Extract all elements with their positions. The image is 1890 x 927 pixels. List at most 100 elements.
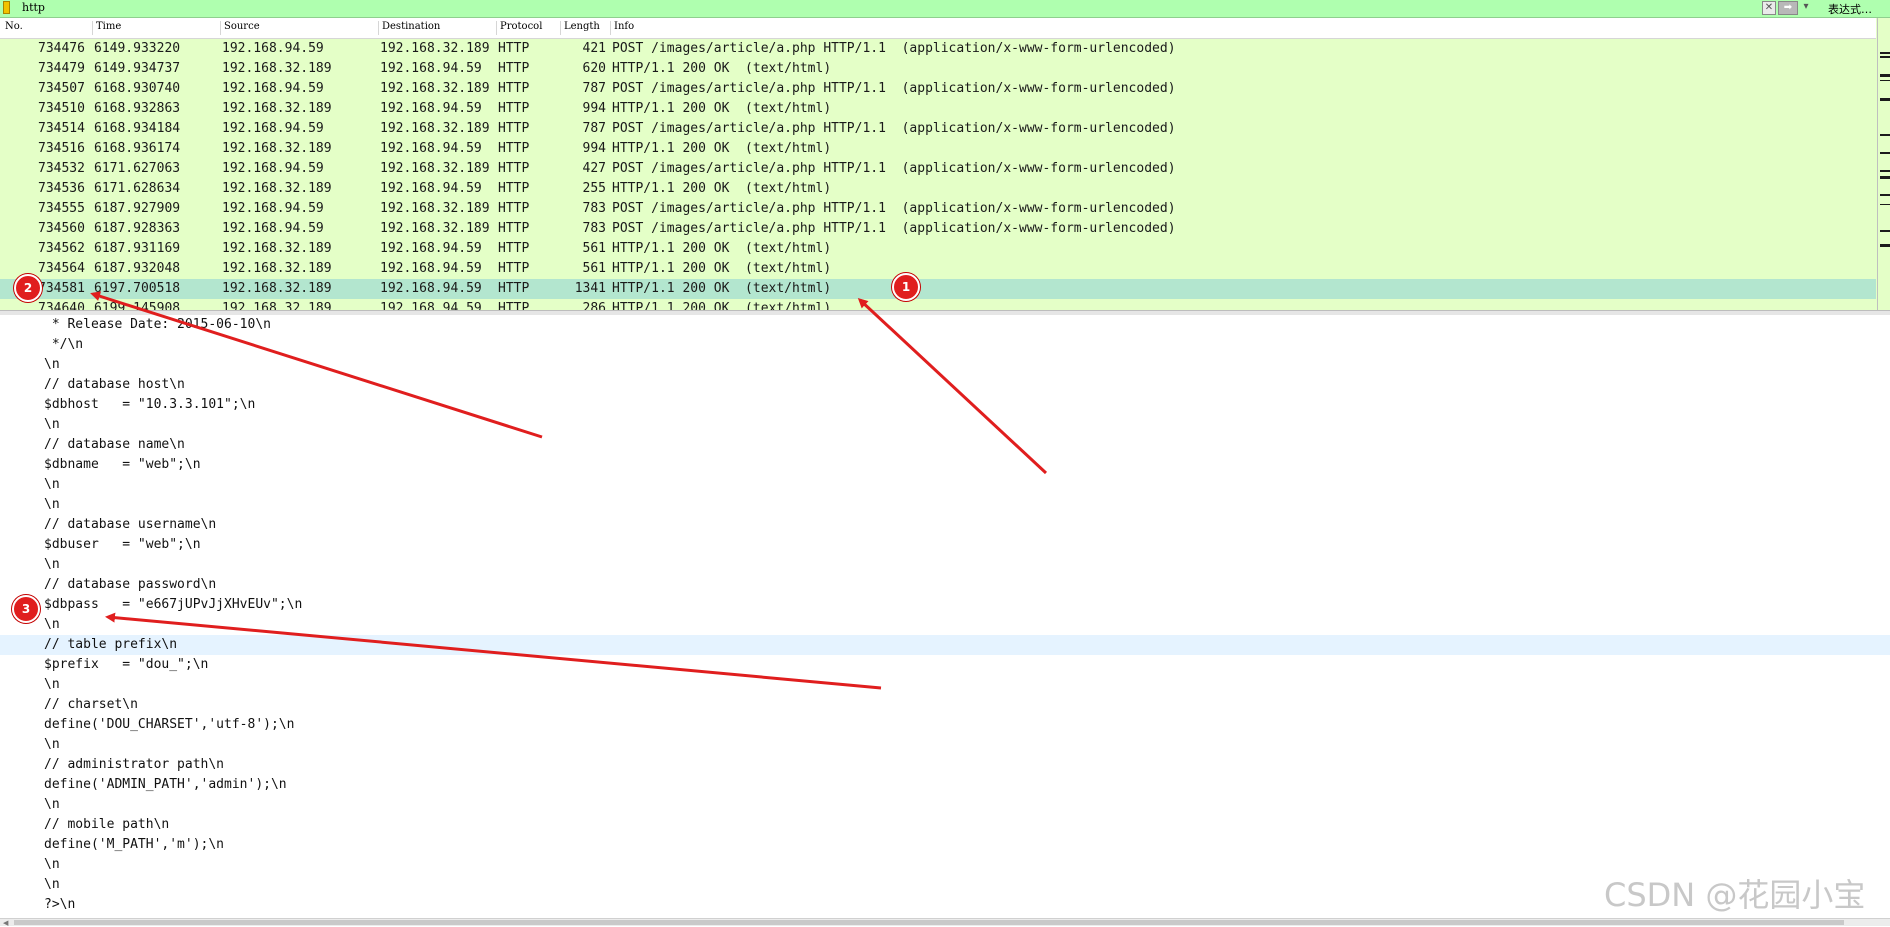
stream-line: define('ADMIN_PATH','admin');\n bbox=[44, 777, 287, 792]
packet-info: HTTP/1.1 200 OK (text/html) bbox=[612, 141, 832, 156]
packet-destination: 192.168.94.59 bbox=[380, 181, 482, 196]
packet-row[interactable]: 734536 6171.628634 192.168.32.189 192.168.9… bbox=[0, 179, 1876, 199]
packet-time: 6171.628634 bbox=[94, 181, 181, 196]
stream-line: $prefix = "dou_";\n bbox=[44, 657, 209, 672]
packet-no: 734514 bbox=[38, 121, 85, 136]
packet-time: 6168.932863 bbox=[94, 101, 181, 116]
packet-no: 734479 bbox=[38, 61, 85, 76]
packet-protocol: HTTP bbox=[498, 281, 530, 296]
packet-row[interactable]: 734476 6149.933220 192.168.94.59 192.168.32… bbox=[0, 39, 1876, 59]
packet-info: POST /images/article/a.php HTTP/1.1 (app… bbox=[612, 201, 1176, 216]
stream-line: define('DOU_CHARSET','utf-8');\n bbox=[44, 717, 295, 732]
apply-filter-icon[interactable]: ➡ bbox=[1778, 1, 1798, 15]
stream-line: // database host\n bbox=[44, 377, 185, 392]
clear-filter-icon[interactable]: ✕ bbox=[1762, 1, 1776, 15]
packet-time: 6168.934184 bbox=[94, 121, 181, 136]
packet-length: 787 bbox=[582, 81, 606, 96]
packet-no: 734562 bbox=[38, 241, 85, 256]
packet-row[interactable]: 734510 6168.932863 192.168.32.189 192.168.9… bbox=[0, 99, 1876, 119]
packet-length: 255 bbox=[582, 181, 606, 196]
packet-protocol: HTTP bbox=[498, 161, 530, 176]
horizontal-scrollbar-thumb[interactable] bbox=[14, 920, 1844, 925]
packet-source: 192.168.32.189 bbox=[222, 101, 332, 116]
packet-source: 192.168.32.189 bbox=[222, 241, 332, 256]
packet-row[interactable]: 734479 6149.934737 192.168.32.189 192.168.9… bbox=[0, 59, 1876, 79]
packet-length: 994 bbox=[582, 101, 606, 116]
packet-row[interactable]: 734560 6187.928363 192.168.94.59 192.168.32… bbox=[0, 219, 1876, 239]
packet-row[interactable]: 734564 6187.932048 192.168.32.189 192.168.9… bbox=[0, 259, 1876, 279]
packet-row[interactable]: 734514 6168.934184 192.168.94.59 192.168.32… bbox=[0, 119, 1876, 139]
packet-row[interactable]: 734516 6168.936174 192.168.32.189 192.168.9… bbox=[0, 139, 1876, 159]
packet-time: 6171.627063 bbox=[94, 161, 181, 176]
packet-protocol: HTTP bbox=[498, 301, 530, 310]
packet-protocol: HTTP bbox=[498, 121, 530, 136]
filter-history-dropdown-icon[interactable]: ▾ bbox=[1800, 1, 1812, 15]
scroll-left-icon[interactable]: ◀ bbox=[3, 919, 8, 927]
packet-info: HTTP/1.1 200 OK (text/html) bbox=[612, 101, 832, 116]
packet-length: 421 bbox=[582, 41, 606, 56]
packet-info: HTTP/1.1 200 OK (text/html) bbox=[612, 181, 832, 196]
column-header-protocol[interactable]: Protocol bbox=[496, 21, 560, 35]
packet-length: 1341 bbox=[574, 281, 606, 296]
display-filter-input[interactable]: http bbox=[22, 1, 45, 14]
stream-line: // database password\n bbox=[44, 577, 217, 592]
column-header-no[interactable]: No. bbox=[2, 21, 78, 35]
packet-no: 734510 bbox=[38, 101, 85, 116]
packet-row[interactable]: 734507 6168.930740 192.168.94.59 192.168.32… bbox=[0, 79, 1876, 99]
packet-protocol: HTTP bbox=[498, 221, 530, 236]
packet-info: HTTP/1.1 200 OK (text/html) bbox=[612, 261, 832, 276]
packet-protocol: HTTP bbox=[498, 201, 530, 216]
packet-no: 734532 bbox=[38, 161, 85, 176]
stream-line: // table prefix\n bbox=[0, 635, 1890, 655]
column-header-destination[interactable]: Destination bbox=[378, 21, 496, 35]
packet-source: 192.168.32.189 bbox=[222, 301, 332, 310]
packet-source: 192.168.32.189 bbox=[222, 281, 332, 296]
column-header-time[interactable]: Time bbox=[92, 21, 220, 35]
packet-no: 734640 bbox=[38, 301, 85, 310]
packet-row[interactable]: 734640 6199.145908 192.168.32.189 192.168.9… bbox=[0, 299, 1876, 310]
stream-line: // database username\n bbox=[44, 517, 217, 532]
packet-destination: 192.168.94.59 bbox=[380, 141, 482, 156]
packet-protocol: HTTP bbox=[498, 181, 530, 196]
filter-bookmark-icon[interactable] bbox=[3, 1, 10, 14]
packet-time: 6197.700518 bbox=[94, 281, 181, 296]
packet-rows: 734476 6149.933220 192.168.94.59 192.168.32… bbox=[0, 39, 1876, 310]
stream-content-pane[interactable]: * Release Date: 2015-06-10\n */\n \n // da… bbox=[0, 315, 1890, 919]
packet-row[interactable]: 734532 6171.627063 192.168.94.59 192.168.32… bbox=[0, 159, 1876, 179]
packet-source: 192.168.94.59 bbox=[222, 41, 324, 56]
packet-no: 734581 bbox=[38, 281, 85, 296]
expression-button[interactable]: 表达式… bbox=[1828, 1, 1872, 17]
packet-row[interactable]: 734562 6187.931169 192.168.32.189 192.168.9… bbox=[0, 239, 1876, 259]
stream-line: \n bbox=[44, 677, 60, 692]
column-header-info[interactable]: Info bbox=[610, 21, 1876, 35]
packet-time: 6187.931169 bbox=[94, 241, 181, 256]
packet-protocol: HTTP bbox=[498, 261, 530, 276]
packet-protocol: HTTP bbox=[498, 81, 530, 96]
packet-row-selected[interactable]: 734581 6197.700518 192.168.32.189 192.168.9… bbox=[0, 279, 1876, 299]
packet-time: 6187.928363 bbox=[94, 221, 181, 236]
packet-source: 192.168.32.189 bbox=[222, 141, 332, 156]
packet-row[interactable]: 734555 6187.927909 192.168.94.59 192.168.32… bbox=[0, 199, 1876, 219]
packet-destination: 192.168.32.189 bbox=[380, 161, 490, 176]
packet-protocol: HTTP bbox=[498, 41, 530, 56]
packet-protocol: HTTP bbox=[498, 61, 530, 76]
packet-protocol: HTTP bbox=[498, 241, 530, 256]
packet-minimap[interactable] bbox=[1877, 18, 1890, 310]
packet-time: 6168.936174 bbox=[94, 141, 181, 156]
packet-length: 783 bbox=[582, 201, 606, 216]
packet-info: POST /images/article/a.php HTTP/1.1 (app… bbox=[612, 81, 1176, 96]
stream-line: \n bbox=[44, 797, 60, 812]
stream-line: \n bbox=[44, 357, 60, 372]
column-header-source[interactable]: Source bbox=[220, 21, 378, 35]
packet-protocol: HTTP bbox=[498, 141, 530, 156]
packet-length: 994 bbox=[582, 141, 606, 156]
packet-destination: 192.168.32.189 bbox=[380, 41, 490, 56]
packet-no: 734476 bbox=[38, 41, 85, 56]
packet-destination: 192.168.94.59 bbox=[380, 261, 482, 276]
packet-length: 561 bbox=[582, 261, 606, 276]
column-header-length[interactable]: Length bbox=[560, 21, 610, 35]
packet-destination: 192.168.94.59 bbox=[380, 61, 482, 76]
stream-line: */\n bbox=[44, 337, 84, 352]
packet-length: 286 bbox=[582, 301, 606, 310]
packet-time: 6187.932048 bbox=[94, 261, 181, 276]
